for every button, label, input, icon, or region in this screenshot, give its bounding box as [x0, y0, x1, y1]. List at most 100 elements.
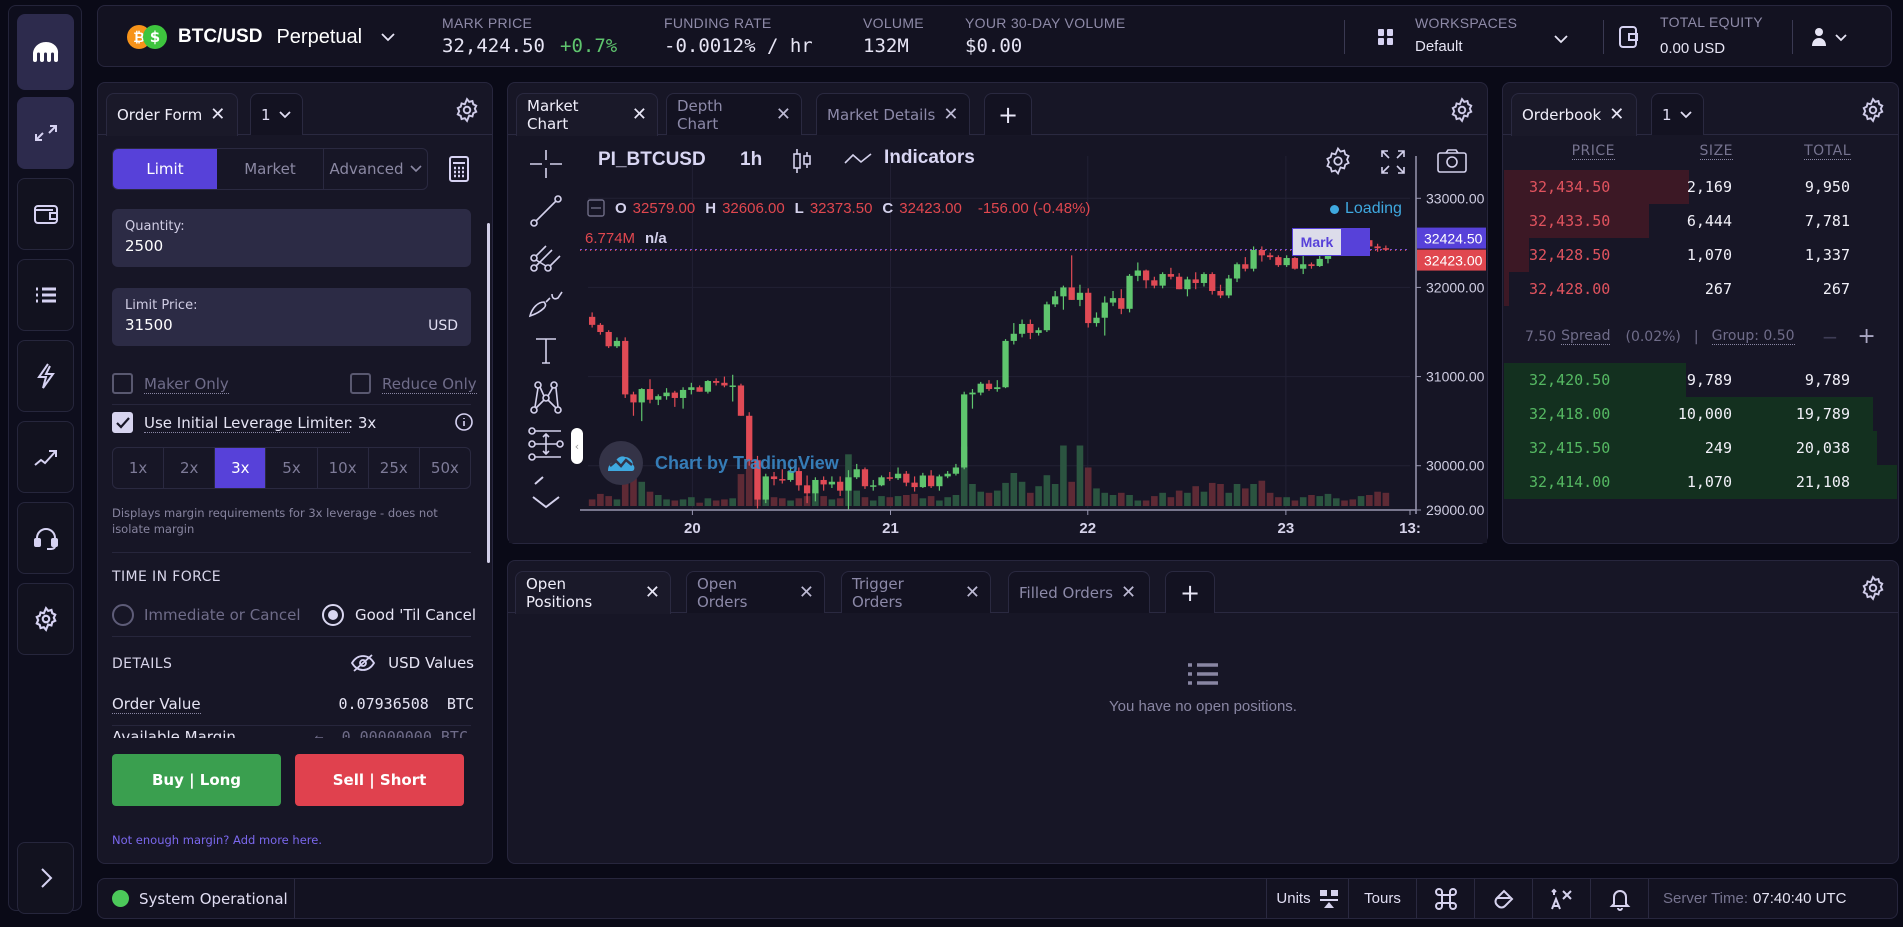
bid-row[interactable]: 32,415.50 249 20,038	[1504, 431, 1897, 465]
info-icon[interactable]	[454, 412, 474, 432]
ask-row[interactable]: 32,433.50 6,444 7,781	[1504, 204, 1897, 238]
leverage-option[interactable]: 25x	[369, 448, 420, 488]
sidebar-expand-button[interactable]	[17, 842, 74, 914]
group-decrease-button[interactable]: −	[1822, 325, 1839, 349]
tradingview-watermark[interactable]: Chart by TradingView	[599, 441, 839, 485]
ask-row[interactable]: 32,434.50 2,169 9,950	[1504, 170, 1897, 204]
tab-filled-orders[interactable]: Filled Orders ✕	[1008, 571, 1150, 613]
pitchfork-tool[interactable]	[528, 240, 564, 276]
sidebar-item-support[interactable]	[17, 502, 74, 574]
tab-market-chart[interactable]: Market Chart ✕	[516, 93, 658, 136]
order-value-label[interactable]: Order Value	[112, 695, 201, 714]
group-increase-button[interactable]: +	[1857, 324, 1875, 349]
measure-tool[interactable]	[528, 426, 564, 462]
leverage-option[interactable]: 2x	[164, 448, 216, 488]
panel-settings-button[interactable]	[454, 97, 480, 123]
order-type-advanced[interactable]: Advanced	[324, 149, 427, 189]
bid-row[interactable]: 32,418.00 10,000 19,789	[1504, 397, 1897, 431]
close-icon[interactable]: ✕	[965, 583, 980, 602]
leverage-limiter-checkbox[interactable]	[112, 412, 133, 433]
text-tool[interactable]	[528, 333, 564, 369]
order-type-limit[interactable]: Limit	[113, 149, 217, 189]
close-icon[interactable]: ✕	[1121, 583, 1136, 602]
tif-gtc-radio[interactable]	[322, 604, 344, 626]
market-selector[interactable]: ₿ $ BTC/USD Perpetual	[126, 20, 396, 54]
close-icon[interactable]: ✕	[776, 105, 791, 124]
tab-trigger-orders[interactable]: Trigger Orders ✕	[841, 571, 991, 613]
shortcuts-button[interactable]	[1416, 879, 1474, 918]
tab-order-form[interactable]: Order Form ✕	[106, 93, 238, 136]
brush-tool[interactable]	[528, 286, 564, 322]
collapse-tools-button[interactable]	[528, 474, 564, 510]
leverage-option[interactable]: 50x	[420, 448, 470, 488]
tif-gtc-label[interactable]: Good 'Til Cancel	[355, 606, 476, 624]
theme-button[interactable]	[1474, 879, 1532, 918]
scrollbar[interactable]	[487, 223, 490, 563]
header-price[interactable]: PRICE	[1571, 143, 1615, 160]
limit-price-field[interactable]: Limit Price: 31500 USD	[112, 288, 471, 346]
sidebar-item-wallet[interactable]	[17, 178, 74, 250]
close-icon[interactable]: ✕	[1609, 106, 1624, 124]
tab-open-orders[interactable]: Open Orders ✕	[686, 571, 825, 613]
leverage-option[interactable]: 1x	[113, 448, 165, 488]
header-total[interactable]: TOTAL	[1804, 143, 1851, 160]
close-icon[interactable]: ✕	[632, 106, 647, 124]
layout-select[interactable]: 1	[250, 93, 303, 135]
tab-orderbook[interactable]: Orderbook ✕	[1511, 93, 1637, 136]
close-icon[interactable]: ✕	[943, 105, 958, 124]
add-margin-link[interactable]: Not enough margin? Add more here.	[112, 833, 322, 847]
sell-short-button[interactable]: Sell | Short	[295, 754, 464, 806]
buy-long-button[interactable]: Buy | Long	[112, 754, 281, 806]
close-icon[interactable]: ✕	[799, 583, 814, 602]
tab-market-details[interactable]: Market Details ✕	[816, 93, 970, 135]
maker-only-label[interactable]: Maker Only	[144, 375, 229, 394]
order-type-market[interactable]: Market	[217, 149, 324, 189]
sidebar-item-trending[interactable]	[17, 421, 74, 493]
sidebar-item-settings[interactable]	[17, 583, 74, 655]
ask-row[interactable]: 32,428.00 267 267	[1504, 272, 1897, 306]
tif-ioc-radio[interactable]	[112, 604, 134, 626]
leverage-limiter-label[interactable]: Use Initial Leverage Limiter	[144, 414, 350, 433]
usd-values-toggle[interactable]: USD Values	[350, 653, 474, 673]
tours-button[interactable]: Tours	[1348, 879, 1416, 918]
tab-depth-chart[interactable]: Depth Chart ✕	[666, 93, 802, 135]
add-tab-button[interactable]: +	[1165, 571, 1215, 613]
spread-label[interactable]: Spread	[1561, 328, 1611, 345]
ask-row[interactable]: 32,428.50 1,070 1,337	[1504, 238, 1897, 272]
pattern-tool[interactable]	[528, 380, 564, 416]
tab-open-positions[interactable]: Open Positions ✕	[515, 571, 671, 614]
crosshair-tool[interactable]	[528, 146, 564, 182]
close-icon[interactable]: ✕	[645, 584, 660, 602]
leverage-option[interactable]: 5x	[266, 448, 318, 488]
tif-ioc-label[interactable]: Immediate or Cancel	[144, 606, 301, 624]
quantity-field[interactable]: Quantity: 2500	[112, 209, 471, 267]
add-tab-button[interactable]: +	[984, 93, 1032, 135]
maker-only-checkbox[interactable]	[112, 373, 133, 394]
calculator-button[interactable]	[448, 155, 470, 183]
group-size[interactable]: Group: 0.50	[1711, 328, 1795, 345]
collapse-legend-icon[interactable]	[587, 199, 605, 217]
panel-settings-button[interactable]	[1860, 575, 1886, 601]
panel-settings-button[interactable]	[1449, 97, 1475, 123]
leverage-option-active[interactable]: 3x	[215, 448, 267, 488]
header-size[interactable]: SIZE	[1699, 143, 1733, 160]
bid-row[interactable]: 32,414.00 1,070 21,108	[1504, 465, 1897, 499]
notifications-button[interactable]	[1590, 879, 1648, 918]
kraken-logo-button[interactable]	[17, 14, 74, 90]
language-button[interactable]	[1532, 879, 1590, 918]
sidebar-item-orders[interactable]	[17, 259, 74, 331]
close-icon[interactable]: ✕	[210, 106, 225, 124]
reduce-only-label[interactable]: Reduce Only	[382, 375, 477, 394]
panel-settings-button[interactable]	[1860, 97, 1886, 123]
bid-row[interactable]: 32,420.50 9,789 9,789	[1504, 363, 1897, 397]
layout-select[interactable]: 1	[1651, 93, 1704, 135]
sidebar-item-trade[interactable]	[17, 97, 74, 169]
tab-label: Open Orders	[697, 574, 748, 611]
trend-line-tool[interactable]	[528, 193, 564, 229]
sidebar-item-flash[interactable]	[17, 340, 74, 412]
units-button[interactable]: Units	[1266, 879, 1348, 918]
leverage-option[interactable]: 10x	[318, 448, 369, 488]
system-status[interactable]: System Operational	[112, 879, 288, 918]
user-menu-button[interactable]	[1810, 20, 1862, 54]
reduce-only-checkbox[interactable]	[350, 373, 371, 394]
